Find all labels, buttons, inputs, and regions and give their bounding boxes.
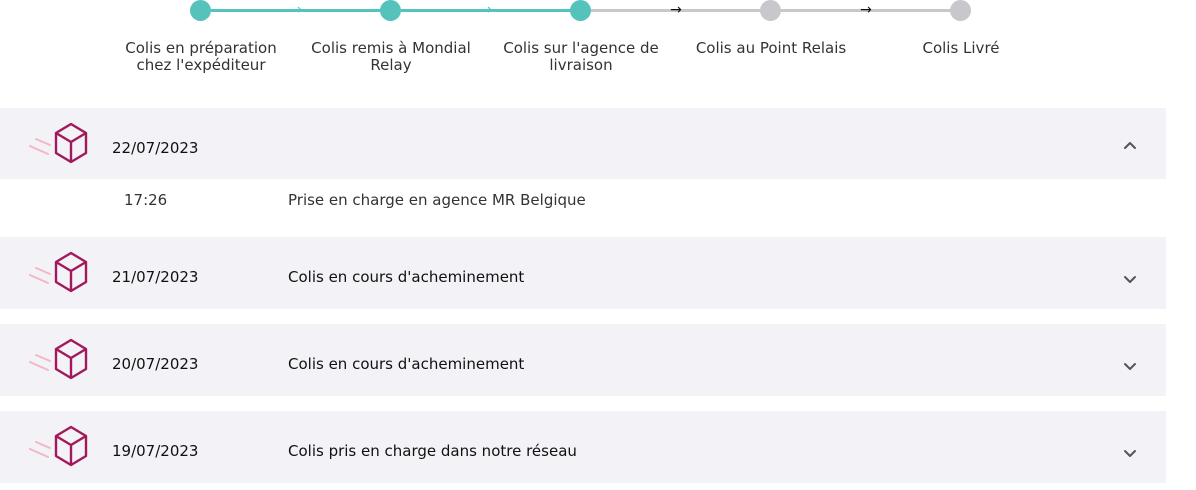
arrow-right-icon: → — [860, 2, 872, 18]
arrow-right-icon: → — [670, 2, 682, 18]
event-time: 17:26 — [124, 191, 168, 209]
event-status: Colis en cours d'acheminement — [288, 355, 525, 373]
parcel-box-icon — [29, 251, 88, 293]
event-date: 22/07/2023 — [112, 139, 199, 157]
progress-step-dot-3 — [570, 0, 591, 21]
event-status: Colis pris en charge dans notre réseau — [288, 442, 577, 460]
progress-step-dot-1 — [190, 0, 211, 21]
progress-step-label: Colis en préparation chez l'expéditeur — [125, 39, 277, 74]
tracking-event-detail-row: 17:26 Prise en charge en agence MR Belgi… — [0, 179, 1166, 237]
parcel-box-icon — [29, 338, 88, 380]
event-date: 20/07/2023 — [112, 355, 199, 373]
shipment-progress-tracker: → → → → Colis en préparation chez l'expé… — [0, 0, 1196, 90]
event-date: 19/07/2023 — [112, 442, 199, 460]
progress-step-label: Colis au Point Relais — [695, 39, 847, 57]
tracking-event-header[interactable]: 19/07/2023 Colis pris en charge dans not… — [0, 411, 1166, 483]
tracking-event-header[interactable]: 20/07/2023 Colis en cours d'acheminement — [0, 324, 1166, 396]
event-description: Prise en charge en agence MR Belgique — [288, 191, 586, 209]
tracking-page: → → → → Colis en préparation chez l'expé… — [0, 0, 1196, 490]
progress-step-dot-5 — [950, 0, 971, 21]
chevron-down-icon[interactable] — [1122, 274, 1138, 286]
progress-step-dot-2 — [380, 0, 401, 21]
tracking-event-header[interactable]: 21/07/2023 Colis en cours d'acheminement — [0, 237, 1166, 309]
progress-step-label: Colis sur l'agence de livraison — [503, 39, 659, 74]
progress-step-label: Colis remis à Mondial Relay — [311, 39, 471, 74]
progress-step-label: Colis Livré — [922, 39, 1000, 57]
progress-step-dot-4 — [760, 0, 781, 21]
chevron-up-icon[interactable] — [1122, 139, 1138, 151]
chevron-down-icon[interactable] — [1122, 448, 1138, 460]
arrow-right-icon: → — [480, 2, 492, 18]
parcel-box-icon — [29, 122, 88, 164]
event-status: Colis en cours d'acheminement — [288, 268, 525, 286]
parcel-box-icon — [29, 425, 88, 467]
event-date: 21/07/2023 — [112, 268, 199, 286]
arrow-right-icon: → — [290, 2, 302, 18]
chevron-down-icon[interactable] — [1122, 361, 1138, 373]
tracking-event-header[interactable]: 22/07/2023 — [0, 108, 1166, 179]
